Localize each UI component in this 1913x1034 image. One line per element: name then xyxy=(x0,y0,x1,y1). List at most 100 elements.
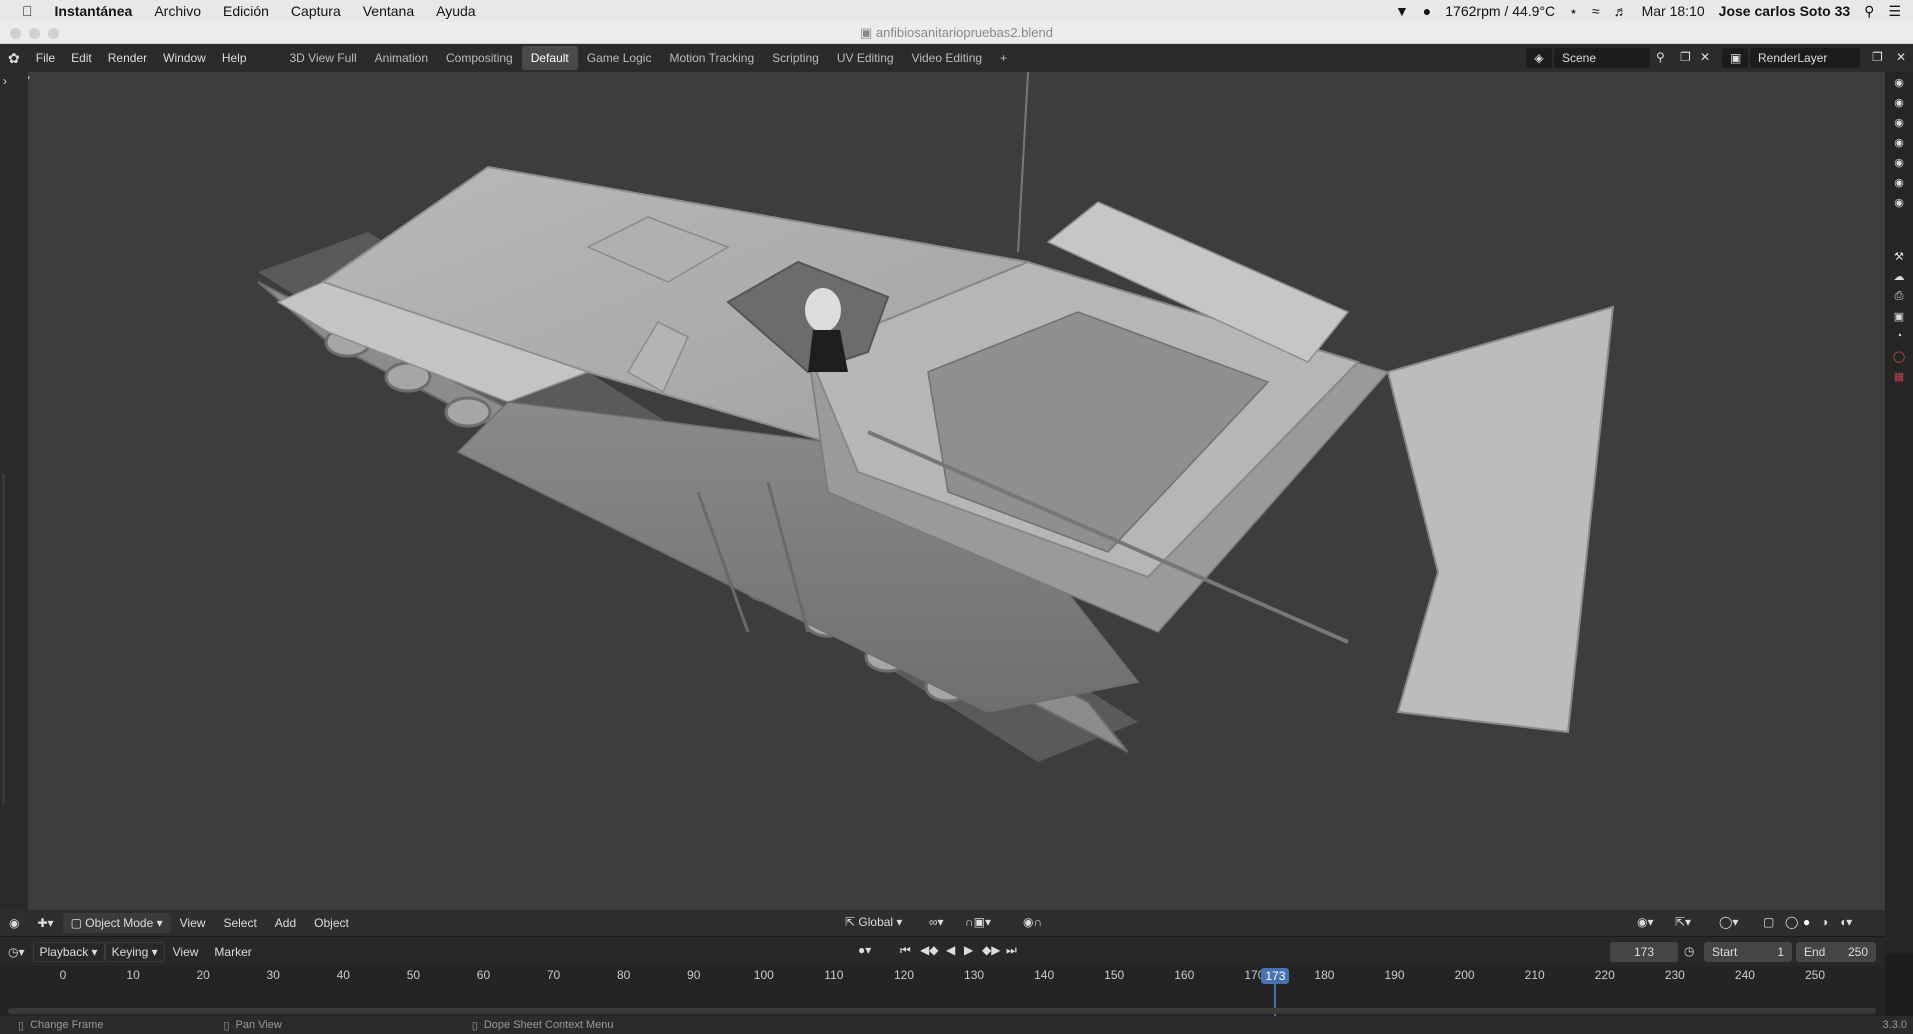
view-layer-icon[interactable]: ▣ xyxy=(1885,306,1913,326)
user-name[interactable]: Jose carlos Soto 33 xyxy=(1719,3,1851,19)
clock[interactable]: Mar 18:10 xyxy=(1642,3,1705,19)
tab-uv-editing[interactable]: UV Editing xyxy=(828,46,903,70)
editor-type-icon[interactable]: ◉ xyxy=(0,916,28,930)
menu-add[interactable]: Add xyxy=(266,916,305,930)
transform-tool-icon[interactable]: ✚▾ xyxy=(28,916,62,930)
menu-ventana[interactable]: Ventana xyxy=(363,3,414,19)
scene-selector-icon[interactable]: ◈ xyxy=(1526,48,1552,68)
tab-video-editing[interactable]: Video Editing xyxy=(903,46,992,70)
camera-icon[interactable]: ◉ xyxy=(1885,152,1913,172)
object-mode-dropdown[interactable]: ▢ Object Mode ▾ xyxy=(62,913,171,933)
pin-icon[interactable]: ⚲ xyxy=(1656,50,1665,64)
scene-name-field[interactable]: Scene xyxy=(1554,48,1650,68)
timeline-scrollbar[interactable] xyxy=(8,1008,1876,1014)
minimize-window-button[interactable] xyxy=(29,28,40,39)
trophy-icon[interactable]: ▼ xyxy=(1395,3,1409,19)
tab-default[interactable]: Default xyxy=(521,46,578,70)
gizmo-toggle-icon[interactable]: ⇱▾ xyxy=(1666,915,1700,929)
camera-icon[interactable]: ◉ xyxy=(1885,192,1913,212)
camera-icon[interactable]: ◉ xyxy=(1885,172,1913,192)
tab-3d-view-full[interactable]: 3D View Full xyxy=(281,46,366,70)
3d-viewport[interactable]: ‹› xyxy=(28,72,1885,910)
timeline-editor-type-icon[interactable]: ◷▾ xyxy=(0,945,33,959)
menu-help[interactable]: Help xyxy=(214,51,255,65)
record-button[interactable]: ●▾ xyxy=(850,943,879,957)
ruler-tick-label: 110 xyxy=(824,968,844,982)
playhead-frame-badge[interactable]: 173 xyxy=(1261,968,1290,984)
jump-end-button[interactable]: ⏭ xyxy=(998,943,1025,958)
new-view-layer-icon[interactable]: ❐ xyxy=(1872,50,1883,64)
bluetooth-icon[interactable]: ⋆ xyxy=(1569,3,1578,20)
playback-menu[interactable]: Playback ▾ xyxy=(32,941,105,962)
tab-motion-tracking[interactable]: Motion Tracking xyxy=(660,46,763,70)
menu-render[interactable]: Render xyxy=(100,51,155,65)
ruler-tick-label: 50 xyxy=(406,968,421,982)
region-scrollbar[interactable] xyxy=(2,474,5,804)
proportional-edit-icon[interactable]: ◉∩ xyxy=(1014,915,1051,929)
menu-edit[interactable]: Edit xyxy=(63,51,100,65)
pivot-point-icon[interactable]: ∞▾ xyxy=(920,915,953,929)
tool-icon[interactable]: ⚒ xyxy=(1885,246,1913,266)
clock-icon[interactable]: ◷ xyxy=(1684,944,1694,958)
end-frame-field[interactable]: End 250 xyxy=(1796,942,1876,962)
menu-window[interactable]: Window xyxy=(155,51,214,65)
world-icon[interactable]: ◯ xyxy=(1885,346,1913,366)
ruler-tick-label: 230 xyxy=(1664,968,1685,982)
apple-icon[interactable]:  xyxy=(22,3,33,19)
delete-scene-icon[interactable]: ✕ xyxy=(1700,50,1710,64)
menu-edicion[interactable]: Edición xyxy=(223,3,269,19)
render-icon[interactable]: ☁ xyxy=(1885,266,1913,286)
current-frame-field[interactable]: 173 xyxy=(1610,942,1678,962)
ruler-tick-label: 120 xyxy=(893,968,914,982)
expand-toolbar-icon[interactable]: › xyxy=(3,74,7,88)
timeline-ruler[interactable]: 0 10 20 30 40 50 60 70 80 90 100 110 120 130 140 150 160… xyxy=(0,966,1885,1016)
camera-icon[interactable]: ◉ xyxy=(1885,72,1913,92)
menu-view[interactable]: View xyxy=(171,916,215,930)
overlays-icon[interactable]: ◯▾ xyxy=(1710,915,1747,929)
rear-ramp xyxy=(1386,305,1615,734)
playback-label: Playback xyxy=(39,944,89,959)
snap-icon[interactable]: ∩▣▾ xyxy=(956,915,1000,929)
status-bar: ▯ Change Frame ▯ Pan View ▯ Dope Sheet C… xyxy=(0,1016,1913,1034)
zoom-window-button[interactable] xyxy=(48,28,59,39)
volume-icon[interactable]: ♬ xyxy=(1614,3,1628,19)
render-layer-field[interactable]: RenderLayer xyxy=(1750,48,1860,68)
wifi-icon[interactable]: ≈ xyxy=(1592,3,1600,19)
tab-game-logic[interactable]: Game Logic xyxy=(578,46,661,70)
rendered-shading-icon[interactable]: ◖▾ xyxy=(1830,915,1861,929)
fan-status[interactable]: 1762rpm / 44.9°C xyxy=(1445,3,1555,19)
view-layer-selector-icon[interactable]: ▣ xyxy=(1722,48,1748,68)
keying-menu[interactable]: Keying ▾ xyxy=(104,941,165,962)
new-scene-icon[interactable]: ❐ xyxy=(1680,50,1691,64)
notification-center-icon[interactable]: ☰ xyxy=(1888,3,1901,20)
app-name[interactable]: Instantánea xyxy=(55,3,133,19)
camera-icon[interactable]: ◉ xyxy=(1885,92,1913,112)
scene-icon[interactable]: ◔ xyxy=(1885,326,1913,346)
output-icon[interactable]: ⎙ xyxy=(1885,286,1913,306)
blender-logo-icon[interactable]: ✿ xyxy=(0,50,28,67)
close-window-button[interactable] xyxy=(10,28,21,39)
menu-object[interactable]: Object xyxy=(305,916,358,930)
menu-timeline-view[interactable]: View xyxy=(165,945,207,959)
camera-icon[interactable]: ◉ xyxy=(1885,132,1913,152)
search-icon[interactable]: ⚲ xyxy=(1864,3,1874,20)
menu-archivo[interactable]: Archivo xyxy=(154,3,201,19)
tab-animation[interactable]: Animation xyxy=(366,46,437,70)
menu-captura[interactable]: Captura xyxy=(291,3,341,19)
menu-select[interactable]: Select xyxy=(214,916,265,930)
camera-icon[interactable]: ◉ xyxy=(1885,112,1913,132)
texture-icon[interactable]: ▦ xyxy=(1885,366,1913,386)
transform-orientation-dropdown[interactable]: ⇱ Global ▾ xyxy=(836,915,911,929)
tab-compositing[interactable]: Compositing xyxy=(437,46,522,70)
ruler-tick-label: 130 xyxy=(964,968,985,982)
creative-cloud-icon[interactable]: ● xyxy=(1423,3,1431,19)
add-workspace-button[interactable]: + xyxy=(991,46,1016,70)
start-frame-field[interactable]: Start 1 xyxy=(1704,942,1792,962)
menu-file[interactable]: File xyxy=(28,51,63,65)
tab-scripting[interactable]: Scripting xyxy=(763,46,828,70)
start-value: 1 xyxy=(1777,945,1784,959)
delete-view-layer-icon[interactable]: ✕ xyxy=(1896,50,1906,64)
menu-ayuda[interactable]: Ayuda xyxy=(436,3,475,19)
visibility-icon[interactable]: ◉▾ xyxy=(1628,915,1663,929)
menu-marker[interactable]: Marker xyxy=(206,945,259,959)
